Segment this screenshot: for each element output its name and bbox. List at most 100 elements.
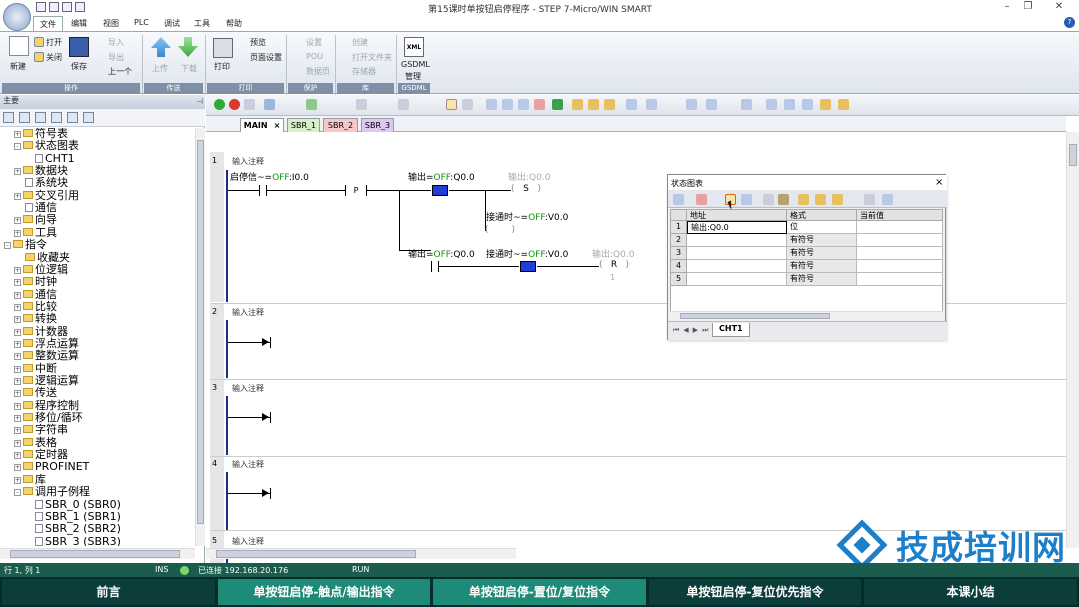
expand-icon[interactable]: +: [14, 439, 21, 447]
editor-horizontal-scrollbar[interactable]: [206, 548, 516, 559]
tree-scroll-thumb[interactable]: [197, 140, 204, 524]
restore-icon[interactable]: ❐: [1021, 1, 1035, 12]
toolbar-icon[interactable]: [741, 194, 752, 205]
compile-icon[interactable]: [244, 99, 255, 110]
expand-icon[interactable]: +: [14, 353, 21, 361]
tree-item[interactable]: + 时钟: [14, 276, 57, 288]
tree-item[interactable]: - 状态图表: [14, 140, 79, 152]
tree-item[interactable]: SBR_3 (SBR3): [24, 535, 121, 546]
address-cell[interactable]: [687, 273, 787, 286]
tree-item[interactable]: + PROFINET: [14, 461, 89, 473]
stop-icon[interactable]: [229, 99, 240, 110]
network-comment[interactable]: 输入注释: [232, 536, 264, 547]
lib-create-button[interactable]: 创建: [352, 37, 368, 48]
toolbar-icon[interactable]: [820, 99, 831, 110]
reset-coil[interactable]: R: [599, 259, 629, 273]
save-file-icon[interactable]: [62, 2, 72, 12]
tab-nav-arrows-icon[interactable]: ⏮◀▶⏭: [673, 326, 712, 335]
toolbar-icon[interactable]: [706, 99, 717, 110]
expand-icon[interactable]: +: [14, 291, 21, 299]
toolbar-icon[interactable]: [588, 99, 599, 110]
course-nav-item[interactable]: 前言: [2, 579, 215, 605]
download-small-icon[interactable]: [306, 99, 317, 110]
app-menu-button[interactable]: [3, 3, 31, 31]
expand-icon[interactable]: +: [14, 168, 21, 176]
save-button[interactable]: 保存: [71, 61, 87, 72]
tree-item[interactable]: 系统块: [14, 177, 68, 189]
expand-icon[interactable]: +: [14, 316, 21, 324]
menu-file[interactable]: 文件: [33, 16, 63, 31]
tree-item[interactable]: - 指令: [4, 239, 47, 251]
print-file-icon[interactable]: [75, 2, 85, 12]
tree-hscroll-thumb[interactable]: [10, 550, 180, 558]
expand-icon[interactable]: +: [14, 266, 21, 274]
tree-item[interactable]: + 计数器: [14, 325, 68, 338]
toolbar-icon[interactable]: [552, 99, 563, 110]
status-chart-hscroll[interactable]: [670, 311, 943, 320]
tree-tool-icon[interactable]: [67, 112, 78, 123]
tab-sbr2[interactable]: SBR_2: [323, 118, 358, 132]
address-cell[interactable]: [687, 247, 787, 260]
tree-item[interactable]: + 表格: [14, 436, 57, 449]
contact-i0-0[interactable]: [259, 185, 267, 196]
course-nav-item[interactable]: 单按钮启停-置位/复位指令: [433, 579, 646, 605]
toolbar-icon[interactable]: [486, 99, 497, 110]
course-nav-item[interactable]: 单按钮启停-复位优先指令: [649, 579, 861, 605]
tree-tool-icon[interactable]: [35, 112, 46, 123]
force-icon[interactable]: [798, 194, 809, 205]
menu-view[interactable]: 视图: [103, 18, 119, 29]
tree-tool-icon[interactable]: [3, 112, 14, 123]
new-file-icon[interactable]: [36, 2, 46, 12]
positive-edge-box[interactable]: P: [349, 185, 363, 196]
upload-small-icon[interactable]: [264, 99, 275, 110]
address-cell[interactable]: [687, 260, 787, 273]
preview-button[interactable]: 预览: [250, 37, 266, 48]
course-nav-item[interactable]: 本课小结: [864, 579, 1077, 605]
tree-tool-icon[interactable]: [51, 112, 62, 123]
tree-tool-icon[interactable]: [83, 112, 94, 123]
expand-icon[interactable]: +: [14, 131, 21, 138]
unforce-all-icon[interactable]: [832, 194, 843, 205]
insert-icon[interactable]: [356, 99, 367, 110]
tree-item[interactable]: + 整数运算: [14, 350, 79, 362]
tree-item[interactable]: + 中断: [14, 362, 57, 375]
expand-icon[interactable]: +: [14, 192, 21, 200]
current-value-cell[interactable]: [857, 260, 943, 273]
gsdml-button[interactable]: GSDML: [401, 60, 430, 69]
tree-item[interactable]: + 定时器: [14, 449, 68, 461]
expand-icon[interactable]: +: [14, 452, 21, 460]
expand-icon[interactable]: +: [14, 365, 21, 373]
grid-column-header[interactable]: 格式: [787, 210, 857, 221]
toolbar-icon[interactable]: [802, 99, 813, 110]
grid-column-header[interactable]: 地址: [687, 210, 787, 221]
toolbar-icon[interactable]: [626, 99, 637, 110]
expand-icon[interactable]: +: [14, 217, 21, 225]
tree-item[interactable]: 收藏夹: [14, 251, 70, 264]
grid-row-number[interactable]: 2: [671, 234, 687, 247]
toolbar-icon[interactable]: [864, 194, 875, 205]
network-comment[interactable]: 输入注释: [232, 383, 264, 394]
menu-edit[interactable]: 编辑: [71, 18, 87, 29]
delete-icon[interactable]: [398, 99, 409, 110]
network-comment[interactable]: 输入注释: [232, 307, 264, 318]
close-icon[interactable]: ✕: [1052, 1, 1066, 12]
network-comment[interactable]: 输入注释: [232, 459, 264, 470]
toolbar-icon[interactable]: [572, 99, 583, 110]
toolbar-icon[interactable]: [766, 99, 777, 110]
format-cell[interactable]: 有符号: [787, 234, 857, 247]
toolbar-icon[interactable]: [763, 194, 774, 205]
export-button[interactable]: 导出: [108, 52, 124, 63]
toolbar-icon[interactable]: [518, 99, 529, 110]
tree-item[interactable]: + 向导: [14, 214, 57, 226]
editor-scroll-thumb[interactable]: [1069, 144, 1077, 166]
expand-icon[interactable]: +: [14, 303, 21, 311]
pause-status-icon[interactable]: [462, 99, 473, 110]
collapse-icon[interactable]: -: [14, 489, 21, 497]
tree-item[interactable]: + 通信: [14, 288, 57, 301]
tab-close-icon[interactable]: ×: [274, 121, 281, 130]
grid-column-header[interactable]: [671, 210, 687, 221]
tree-item[interactable]: SBR_1 (SBR1): [24, 510, 121, 523]
expand-icon[interactable]: +: [14, 402, 21, 410]
nc-contact-v0-0[interactable]: [520, 261, 536, 272]
tree-item[interactable]: + 交叉引用: [14, 189, 79, 202]
